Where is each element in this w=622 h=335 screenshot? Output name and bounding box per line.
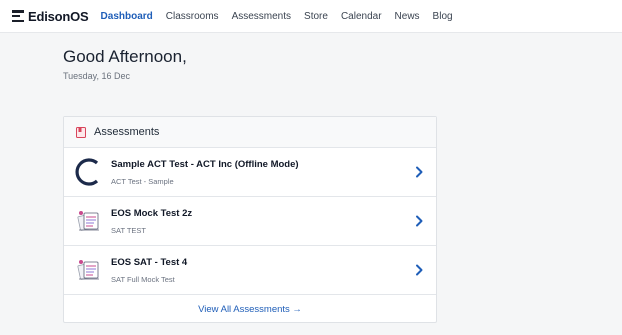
- menu-lines-icon: [12, 10, 24, 22]
- nav-calendar[interactable]: Calendar: [341, 11, 382, 22]
- assessment-title: Sample ACT Test - ACT Inc (Offline Mode): [111, 158, 299, 170]
- assessments-card-title: Assessments: [94, 126, 160, 138]
- nav-blog[interactable]: Blog: [433, 11, 453, 22]
- assessment-title: EOS SAT - Test 4: [111, 256, 188, 268]
- test-illustration-icon: [74, 206, 104, 236]
- chevron-right-icon[interactable]: [414, 166, 424, 178]
- chevron-right-icon[interactable]: [414, 264, 424, 276]
- test-illustration-icon: [74, 255, 104, 285]
- chevron-right-icon[interactable]: [414, 215, 424, 227]
- act-logo-icon: [74, 157, 104, 187]
- main-nav: Dashboard Classrooms Assessments Store C…: [101, 11, 453, 22]
- nav-classrooms[interactable]: Classrooms: [166, 11, 219, 22]
- book-icon: [76, 126, 86, 138]
- assessment-title: EOS Mock Test 2z: [111, 207, 193, 219]
- greeting-date: Tuesday, 16 Dec: [63, 71, 131, 81]
- brand-name: EdisonOS: [28, 8, 89, 24]
- view-all-assessments: View All Assessments →: [64, 295, 436, 323]
- nav-assessments[interactable]: Assessments: [232, 11, 291, 22]
- greeting-title: Good Afternoon,: [63, 47, 187, 66]
- nav-store[interactable]: Store: [304, 11, 328, 22]
- view-all-assessments-link[interactable]: View All Assessments →: [198, 304, 302, 315]
- top-nav-bar: EdisonOS Dashboard Classrooms Assessment…: [0, 0, 622, 33]
- nav-dashboard[interactable]: Dashboard: [101, 11, 153, 22]
- assessment-row[interactable]: Sample ACT Test - ACT Inc (Offline Mode)…: [64, 148, 436, 197]
- assessment-subtitle: SAT Full Mock Test: [111, 274, 175, 284]
- assessment-row[interactable]: EOS Mock Test 2z SAT TEST: [64, 197, 436, 246]
- assessment-subtitle: ACT Test - Sample: [111, 176, 174, 186]
- assessments-card-header: Assessments: [64, 117, 436, 148]
- assessments-card: Assessments Sample ACT Test - ACT Inc (O…: [63, 116, 437, 323]
- nav-news[interactable]: News: [395, 11, 420, 22]
- brand-logo[interactable]: EdisonOS: [12, 0, 89, 33]
- assessment-subtitle: SAT TEST: [111, 225, 147, 235]
- assessment-row[interactable]: EOS SAT - Test 4 SAT Full Mock Test: [64, 246, 436, 295]
